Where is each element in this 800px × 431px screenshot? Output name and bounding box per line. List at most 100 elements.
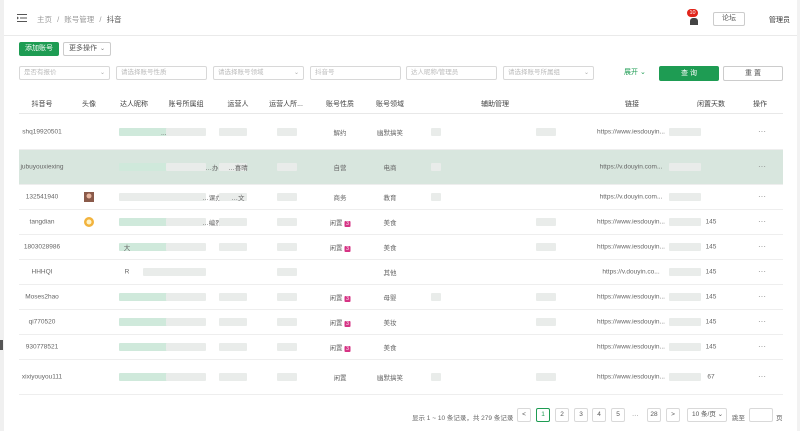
forum-button[interactable]: 论坛 xyxy=(713,12,745,26)
menu-collapse-icon[interactable] xyxy=(17,14,27,22)
cell-nature: 闲置 xyxy=(334,372,347,382)
table-row[interactable]: qi770520 闲置 3 美妆 https://www.iesdouyin... 145… xyxy=(19,310,783,335)
more-actions-icon[interactable]: ··· xyxy=(758,162,766,171)
col-idle-days: 闲置天数 xyxy=(697,101,725,108)
prev-page-button[interactable]: < xyxy=(517,408,531,422)
more-actions-icon[interactable]: ··· xyxy=(758,127,766,136)
more-actions-icon[interactable]: ··· xyxy=(758,192,766,201)
top-header: 主页 / 账号管理 / 抖音 10 论坛 管理员 xyxy=(4,0,797,36)
table-row[interactable]: 132541940 …课办 …文 商务 教育 https://v.douyin.com..… xyxy=(19,185,783,210)
page-1-button[interactable]: 1 xyxy=(536,408,550,422)
douyin-id-input[interactable]: 抖音号 xyxy=(310,66,401,80)
cell-douyin-id: 930778521 xyxy=(25,343,59,351)
more-actions-icon[interactable]: ··· xyxy=(758,372,766,381)
blurred-assist xyxy=(431,193,441,201)
col-nickname: 达人昵称 xyxy=(120,101,148,108)
cell-link[interactable]: https://www.iesdouyin... xyxy=(597,319,665,326)
cell-domain: 美食 xyxy=(383,245,397,252)
page-2-button[interactable]: 2 xyxy=(555,408,569,422)
more-actions-icon[interactable]: ··· xyxy=(758,317,766,326)
chevron-down-icon: ⌄ xyxy=(639,69,646,76)
blurred-operator xyxy=(219,218,247,226)
cell-nickname: R xyxy=(124,268,130,276)
cell-link[interactable]: https://www.iesdouyin... xyxy=(597,344,665,351)
next-page-button[interactable]: > xyxy=(666,408,680,422)
blurred-group xyxy=(166,193,206,201)
blurred-operator-group xyxy=(277,128,297,136)
cell-link[interactable]: https://v.douyin.com... xyxy=(600,194,663,201)
col-actions: 操作 xyxy=(753,101,767,108)
expand-filters-link[interactable]: 展开 ⌄ xyxy=(624,67,646,77)
cell-domain: 美食 xyxy=(383,220,397,227)
status-tag: 3 xyxy=(344,296,351,302)
page-size-select[interactable]: 10 条/页 ⌄ xyxy=(687,408,727,422)
col-operator-group: 运营人所... xyxy=(269,101,303,108)
cell-douyin-id: 1803028986 xyxy=(23,243,61,251)
more-actions-icon[interactable]: ··· xyxy=(758,292,766,301)
breadcrumb-sep: / xyxy=(57,15,60,24)
table-row[interactable]: HHHQI R 其他 https://v.douyin.co... 145 ··· xyxy=(19,260,783,285)
nickname-admin-input[interactable]: 达人昵称/管理员 xyxy=(406,66,497,80)
page-last-button[interactable]: 28 xyxy=(647,408,661,422)
reset-button[interactable]: 重 置 xyxy=(723,66,783,81)
blurred-link xyxy=(669,163,701,171)
cell-nature-text: 自营 xyxy=(333,165,347,172)
table-row[interactable]: shq19920501...人解约幽默搞笑https://www.iesdouy… xyxy=(19,115,783,150)
cell-domain: 幽默搞笑 xyxy=(377,375,403,382)
pagination-summary: 显示 1 ~ 10 条记录，共 279 条记录 xyxy=(412,415,514,422)
cell-domain: 其他 xyxy=(383,270,397,277)
cell-link[interactable]: https://www.iesdouyin... xyxy=(597,219,665,226)
cell-nature-text: 闲置 xyxy=(333,375,347,382)
domain-select[interactable]: 请选择账号领域 ⌄ xyxy=(213,66,304,80)
breadcrumb-home[interactable]: 主页 xyxy=(37,15,52,24)
chevron-down-icon: ⌄ xyxy=(717,411,724,418)
quote-select[interactable]: 是否有报价 ⌄ xyxy=(19,66,110,80)
cell-nature-text: 商务 xyxy=(333,195,347,202)
table-row[interactable]: xixiyouyou111 闲置 幽默搞笑 https://www.iesdouyin… xyxy=(19,360,783,395)
more-actions-icon[interactable]: ··· xyxy=(758,342,766,351)
blurred-operator xyxy=(219,293,247,301)
breadcrumb-current: 抖音 xyxy=(106,15,122,24)
query-button[interactable]: 查 询 xyxy=(659,66,719,81)
cell-link[interactable]: https://v.douyin.co... xyxy=(602,269,659,276)
notification-bell-icon[interactable]: 10 xyxy=(687,9,699,25)
page-3-button[interactable]: 3 xyxy=(574,408,588,422)
more-actions-icon[interactable]: ··· xyxy=(758,267,766,276)
user-name[interactable]: 管理员 xyxy=(769,15,790,25)
breadcrumb: 主页 / 账号管理 / 抖音 xyxy=(37,14,125,25)
breadcrumb-account-mgmt[interactable]: 账号管理 xyxy=(64,15,94,24)
blurred-group xyxy=(166,218,206,226)
group-select[interactable]: 请选择账号所属组 ⌄ xyxy=(503,66,594,80)
table-row[interactable]: 1803028986 大 闲置 3 美食 https://www.iesdouyin...… xyxy=(19,235,783,260)
status-tag: 3 xyxy=(344,346,351,352)
page-ellipsis[interactable]: ··· xyxy=(632,412,639,419)
col-nature: 账号性质 xyxy=(326,101,354,108)
blurred-link xyxy=(669,128,701,136)
more-actions-icon[interactable]: ··· xyxy=(758,217,766,226)
cell-link[interactable]: https://www.iesdouyin... xyxy=(597,129,665,136)
jump-page-input[interactable] xyxy=(749,408,773,422)
cell-link[interactable]: https://www.iesdouyin... xyxy=(597,374,665,381)
cell-nature: 闲置 3 xyxy=(330,217,351,227)
cell-domain: 教育 xyxy=(383,195,397,202)
cell-link[interactable]: https://www.iesdouyin... xyxy=(597,294,665,301)
cell-group: …办 xyxy=(205,165,219,172)
table-row[interactable]: tangdian …编烈 闲置 3 美食 https://www.iesdouyin...… xyxy=(19,210,783,235)
cell-link[interactable]: https://www.iesdouyin... xyxy=(597,244,665,251)
add-account-button[interactable]: 添加账号 xyxy=(19,42,59,56)
table-row[interactable]: jubuyouxiexing …办 …喜晴 自营 电商 https://v.douyin.… xyxy=(19,150,783,185)
page-4-button[interactable]: 4 xyxy=(592,408,606,422)
blurred-operator-group xyxy=(277,243,297,251)
table-row[interactable]: 930778521 闲置 3 美食 https://www.iesdouyin... 14… xyxy=(19,335,783,360)
page-5-button[interactable]: 5 xyxy=(611,408,625,422)
nature-input[interactable]: 请选择账号性质 xyxy=(116,66,207,80)
cell-link[interactable]: https://v.douyin.com... xyxy=(600,164,663,171)
more-actions-dropdown[interactable]: 更多操作 ⌄ xyxy=(63,42,111,56)
table-row[interactable]: Moses2hao 闲置 3 母婴 https://www.iesdouyin... 14… xyxy=(19,285,783,310)
cell-nature: 闲置 3 xyxy=(330,342,351,352)
status-tag: 3 xyxy=(344,321,351,327)
app-frame: 主页 / 账号管理 / 抖音 10 论坛 管理员 添加账号 更多操作 ⌄ 是否有… xyxy=(0,0,800,431)
cell-nature: 解约 xyxy=(334,127,347,137)
more-actions-icon[interactable]: ··· xyxy=(758,242,766,251)
blurred-link xyxy=(669,373,701,381)
